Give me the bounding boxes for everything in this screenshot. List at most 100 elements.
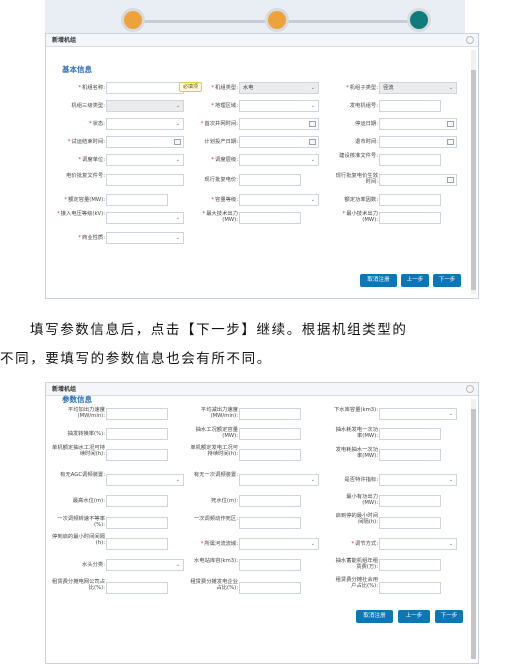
trial-end-date[interactable] <box>106 136 184 148</box>
gen-number-input[interactable] <box>379 100 441 112</box>
once-regulate-input[interactable] <box>106 517 168 529</box>
capacity-level-select[interactable]: ⌄ <box>239 194 319 206</box>
pump-rated-power-input[interactable] <box>239 428 301 440</box>
label-unit-type: *机组类型: <box>211 85 238 91</box>
voltage-level-select[interactable]: ⌄ <box>106 212 184 224</box>
agc-select[interactable]: ⌄ <box>106 474 184 486</box>
scrollbar[interactable] <box>471 50 476 294</box>
geo-region-select[interactable]: ⌄ <box>239 100 319 112</box>
required-tooltip: 必填项 <box>179 82 203 92</box>
step-connector <box>281 20 421 23</box>
label-plan-prod: 计划投产日期: <box>204 139 238 145</box>
close-icon[interactable] <box>466 385 474 393</box>
max-output-input[interactable] <box>239 212 301 224</box>
unit-name-input[interactable] <box>106 82 184 94</box>
dispatch-level-select[interactable]: ⌄ <box>239 154 319 166</box>
gen-once-power-input[interactable] <box>379 449 441 461</box>
start-stop-interval-input[interactable] <box>379 517 441 529</box>
cancel-register-button[interactable]: 取消注册 <box>360 274 397 287</box>
single-pump-time-input[interactable] <box>106 449 168 461</box>
pump-once-power-input[interactable] <box>379 428 441 440</box>
min-reactive-input[interactable] <box>379 495 441 507</box>
label-rated-pf: 额定功率因数: <box>344 197 378 203</box>
scrollbar[interactable] <box>471 399 476 659</box>
dead-water-input[interactable] <box>239 495 301 507</box>
reservoir-cap-select[interactable]: ⌄ <box>379 408 457 420</box>
label-max-output: *最大技术出力(MW): <box>202 211 238 224</box>
station-storage-input[interactable] <box>239 559 301 571</box>
river-basin-select[interactable]: ⌄ <box>239 538 319 550</box>
section-title-params: 参数信息 <box>62 395 92 404</box>
single-gen-time-input[interactable] <box>239 449 301 461</box>
label-unit-subtype: *机组子类型: <box>346 85 378 91</box>
label-single-pump-time: 单机额定抽水工况可持续时间(h): <box>52 445 105 458</box>
commercial-select[interactable]: ⌄ <box>106 232 184 244</box>
prev-step-button[interactable]: 上一步 <box>398 610 430 623</box>
price-effective-date[interactable] <box>379 174 457 186</box>
step-1-dot <box>121 8 145 32</box>
lease-share-user-input[interactable] <box>379 582 441 594</box>
once-regulate-zone-input[interactable] <box>239 517 301 529</box>
label-primary-freq: 有无一次调频装置: <box>193 472 238 478</box>
pump-storage-fee-input[interactable] <box>379 559 441 571</box>
label-unit-level3: 机组三级类型: <box>71 103 105 109</box>
first-grid-date[interactable] <box>239 118 319 130</box>
water-head-select[interactable]: ⌄ <box>106 559 184 571</box>
min-output-input[interactable] <box>379 212 441 224</box>
unit-subtype-select[interactable]: 径流 ⌄ <box>379 82 457 94</box>
dialog-title: 新增机组 <box>46 34 478 47</box>
label-capacity-level: *容量等级: <box>211 197 238 203</box>
current-price-input[interactable] <box>239 174 301 186</box>
label-price-doc: 电价批复文件号: <box>66 173 105 179</box>
lease-share-grid-input[interactable] <box>106 582 168 594</box>
label-single-gen-time: 单机额定发电工况可持续时间(h): <box>190 445 238 458</box>
avg-down-rate-input[interactable] <box>239 408 301 420</box>
add-unit-dialog-params: 新增机组 参数信息 平均加出力速度(MW/min): 平均减出力速度(MW/mi… <box>45 382 479 664</box>
plan-prod-date[interactable] <box>239 136 319 148</box>
label-pump-eff: 抽发转换率(%): <box>67 431 105 437</box>
label-dispatch-unit: *调度单位: <box>78 157 105 163</box>
dialog-title: 新增机组 <box>46 383 478 396</box>
next-step-button[interactable]: 下一步 <box>435 610 463 623</box>
black-start-select[interactable]: ⌄ <box>379 474 457 486</box>
label-first-grid: *首次并网时间: <box>200 121 238 127</box>
rated-pf-input[interactable] <box>379 194 441 206</box>
regulation-mode-select[interactable]: ⌄ <box>379 538 457 550</box>
rated-capacity-input[interactable] <box>106 194 168 206</box>
shutdown-date[interactable] <box>379 118 457 130</box>
primary-freq-select[interactable]: ⌄ <box>239 474 319 486</box>
pump-eff-input[interactable] <box>106 428 168 440</box>
unit-level3-select[interactable]: ⌄ <box>106 100 184 112</box>
stop-start-interval-input[interactable] <box>106 538 168 550</box>
label-river-basin: *所属河流流域: <box>200 541 238 547</box>
label-dead-water: 死水位(m): <box>211 498 238 504</box>
step-connector <box>133 20 265 23</box>
label-approval-doc: 建设核准文件号: <box>339 153 378 159</box>
status-select[interactable]: ⌄ <box>106 118 184 130</box>
label-gen-once-power: 发电耗抽水一次功率(MW): <box>335 447 378 460</box>
lease-share-gen-input[interactable] <box>239 582 301 594</box>
retire-time-date[interactable] <box>379 136 457 148</box>
label-agc: 有无AGC调频装置: <box>60 472 105 478</box>
max-water-input[interactable] <box>106 495 168 507</box>
cancel-register-button[interactable]: 取消注册 <box>356 610 393 623</box>
instruction-line-1: 填写参数信息后，点击【下一步】继续。根据机组类型的 <box>30 322 408 338</box>
dispatch-unit-select[interactable]: ⌄ <box>106 154 184 166</box>
label-price-effective: 现行批复电价生效时间: <box>335 173 378 186</box>
label-pump-rated-power: 抽水工况额定容量(MW): <box>195 427 238 440</box>
price-doc-input[interactable] <box>106 174 184 186</box>
prev-step-button[interactable]: 上一步 <box>401 274 429 287</box>
unit-type-select[interactable]: 水电 ⌄ <box>239 82 319 94</box>
close-icon[interactable] <box>466 36 474 44</box>
label-min-reactive: 最小有功出力(MW): <box>346 494 378 507</box>
label-start-stop-interval: 启到停的最小时间间隔(h): <box>335 513 378 526</box>
label-current-price: 现行批复电价: <box>204 177 238 183</box>
approval-doc-input[interactable] <box>379 154 441 166</box>
label-lease-share-gen: 租赁费分摊发电企业占比(%): <box>190 579 238 592</box>
label-regulation-mode: *调节方式: <box>351 541 378 547</box>
label-dispatch-level: *调度层级: <box>211 157 238 163</box>
next-step-button[interactable]: 下一步 <box>433 274 461 287</box>
label-rated-capacity: *额定容量(MW): <box>64 197 105 203</box>
avg-up-rate-input[interactable] <box>106 408 168 420</box>
label-min-output: *最小技术出力(MW): <box>342 211 378 224</box>
